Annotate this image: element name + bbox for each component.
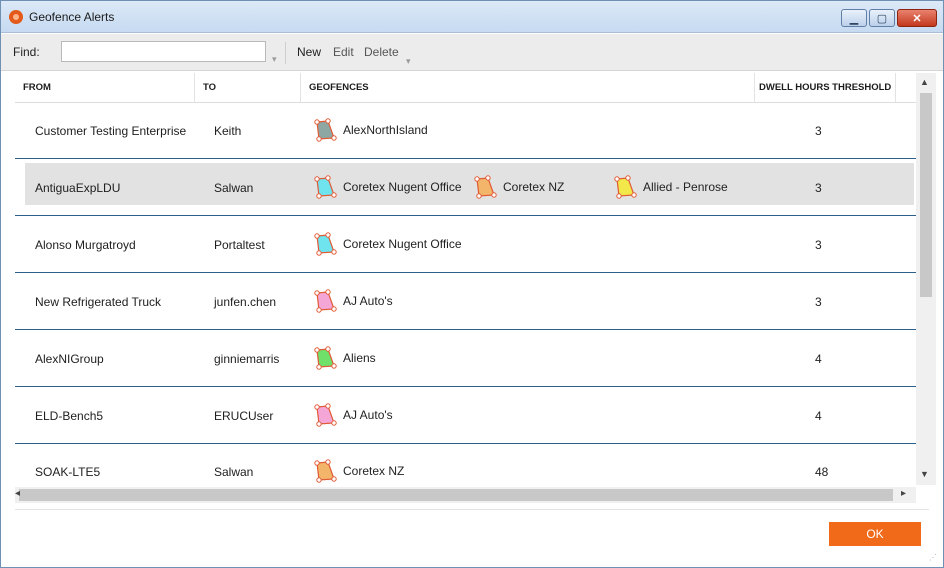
toolbar: Find: ▾ New Edit Delete ▾: [1, 34, 943, 71]
polygon-geofence-icon: [314, 175, 337, 199]
geofence-name: AlexNorthIsland: [343, 123, 428, 137]
maximize-button[interactable]: ▢: [869, 9, 895, 27]
to-cell: Portaltest: [214, 238, 265, 252]
to-cell: junfen.chen: [214, 295, 277, 309]
scroll-up-arrow-icon[interactable]: ▲: [920, 77, 929, 87]
window-title: Geofence Alerts: [29, 10, 115, 24]
geofence-name: Allied - Penrose: [643, 180, 728, 194]
from-cell: AntiguaExpLDU: [35, 181, 121, 195]
minimize-icon: ▁: [849, 12, 859, 25]
geofence-name: Coretex Nugent Office: [343, 237, 462, 251]
table-row[interactable]: SOAK-LTE5 Salwan Coretex NZ 48: [15, 445, 916, 485]
horizontal-scroll-thumb[interactable]: [19, 489, 893, 501]
find-input[interactable]: [61, 41, 266, 62]
vertical-scroll-thumb[interactable]: [920, 93, 932, 297]
new-button[interactable]: New: [297, 45, 321, 59]
grid-header: FROM TO GEOFENCES DWELL HOURS THRESHOLD: [15, 73, 916, 103]
geofence-name: Coretex NZ: [503, 180, 565, 194]
table-row[interactable]: Customer Testing Enterprise Keith AlexNort…: [15, 103, 916, 159]
to-cell: Salwan: [214, 465, 254, 479]
edit-button[interactable]: Edit: [333, 45, 354, 59]
resize-grip-icon[interactable]: ⋰: [929, 553, 937, 562]
toolbar-divider: [285, 42, 286, 64]
geofence-tag[interactable]: Coretex NZ: [313, 459, 404, 483]
scroll-down-arrow-icon[interactable]: ▼: [920, 469, 929, 479]
footer-divider: [15, 509, 929, 510]
geofence-name: AJ Auto's: [343, 408, 393, 422]
delete-button[interactable]: Delete: [364, 45, 399, 59]
geofence-tag[interactable]: Coretex Nugent Office: [313, 175, 462, 199]
dwell-hours-cell: 3: [815, 295, 822, 309]
title-bar[interactable]: Geofence Alerts ▁ ▢ ✕: [1, 1, 943, 33]
from-cell: SOAK-LTE5: [35, 465, 101, 479]
geofence-tag[interactable]: Coretex Nugent Office: [313, 232, 462, 256]
column-header-dwell-hours-threshold[interactable]: DWELL HOURS THRESHOLD: [755, 73, 896, 103]
from-cell: Alonso Murgatroyd: [35, 238, 136, 252]
geofence-name: Aliens: [343, 351, 376, 365]
geofence-alerts-window: Geofence Alerts ▁ ▢ ✕ Find: ▾ New Edit D…: [0, 0, 944, 568]
to-cell: ERUCUser: [214, 409, 274, 423]
vertical-scrollbar[interactable]: ▲ ▼: [916, 73, 936, 485]
polygon-geofence-icon: [314, 289, 337, 313]
column-header-from[interactable]: FROM: [15, 73, 195, 103]
table-row[interactable]: ELD-Bench5 ERUCUser AJ Auto's 4: [15, 388, 916, 444]
ok-button[interactable]: OK: [829, 522, 921, 546]
to-cell: Keith: [214, 124, 242, 138]
column-header-geofences[interactable]: GEOFENCES: [301, 73, 755, 103]
geofence-name: AJ Auto's: [343, 294, 393, 308]
table-row[interactable]: AntiguaExpLDU Salwan Coretex Nugent Office…: [15, 160, 916, 216]
geofence-tag[interactable]: AJ Auto's: [313, 289, 393, 313]
from-cell: AlexNIGroup: [35, 352, 104, 366]
dwell-hours-cell: 4: [815, 409, 822, 423]
geofence-tag[interactable]: AlexNorthIsland: [313, 118, 428, 142]
maximize-icon: ▢: [876, 12, 888, 25]
dwell-hours-cell: 4: [815, 352, 822, 366]
app-logo-icon: [9, 10, 23, 24]
alerts-table-body: Customer Testing Enterprise Keith AlexNort…: [15, 103, 916, 485]
table-row[interactable]: AlexNIGroup ginniemarris Aliens 4: [15, 331, 916, 387]
table-row[interactable]: Alonso Murgatroyd Portaltest Coretex Nugen…: [15, 217, 916, 273]
dwell-hours-cell: 3: [815, 124, 822, 138]
from-cell: New Refrigerated Truck: [35, 295, 162, 309]
geofence-tag[interactable]: AJ Auto's: [313, 403, 393, 427]
dwell-hours-cell: 3: [815, 238, 822, 252]
scroll-right-arrow-icon[interactable]: ▸: [901, 488, 906, 499]
polygon-geofence-icon: [314, 232, 337, 256]
minimize-button[interactable]: ▁: [841, 9, 867, 27]
polygon-geofence-icon: [474, 175, 497, 199]
scroll-left-arrow-icon[interactable]: ◂: [15, 488, 20, 499]
selected-row-highlight: [25, 163, 914, 205]
geofence-tag[interactable]: Allied - Penrose: [613, 175, 728, 199]
geofence-tag[interactable]: Coretex NZ: [473, 175, 564, 199]
polygon-geofence-icon: [314, 403, 337, 427]
dwell-hours-cell: 48: [815, 465, 829, 479]
column-header-to[interactable]: TO: [195, 73, 301, 103]
find-label: Find:: [13, 45, 40, 59]
to-cell: Salwan: [214, 181, 254, 195]
close-icon: ✕: [912, 12, 922, 25]
find-dropdown-icon[interactable]: ▾: [272, 54, 277, 65]
geofence-name: Coretex Nugent Office: [343, 180, 462, 194]
polygon-geofence-icon: [314, 118, 337, 142]
polygon-geofence-icon: [614, 175, 637, 199]
more-actions-dropdown-icon[interactable]: ▾: [406, 56, 411, 67]
close-button[interactable]: ✕: [897, 9, 937, 27]
geofence-name: Coretex NZ: [343, 464, 405, 478]
polygon-geofence-icon: [314, 459, 337, 483]
to-cell: ginniemarris: [214, 352, 280, 366]
from-cell: ELD-Bench5: [35, 409, 104, 423]
table-row[interactable]: New Refrigerated Truck junfen.chen AJ Auto…: [15, 274, 916, 330]
dwell-hours-cell: 3: [815, 181, 822, 195]
from-cell: Customer Testing Enterprise: [35, 124, 187, 138]
geofence-tag[interactable]: Aliens: [313, 346, 376, 370]
polygon-geofence-icon: [314, 346, 337, 370]
horizontal-scrollbar[interactable]: ◂ ▸: [15, 487, 916, 503]
